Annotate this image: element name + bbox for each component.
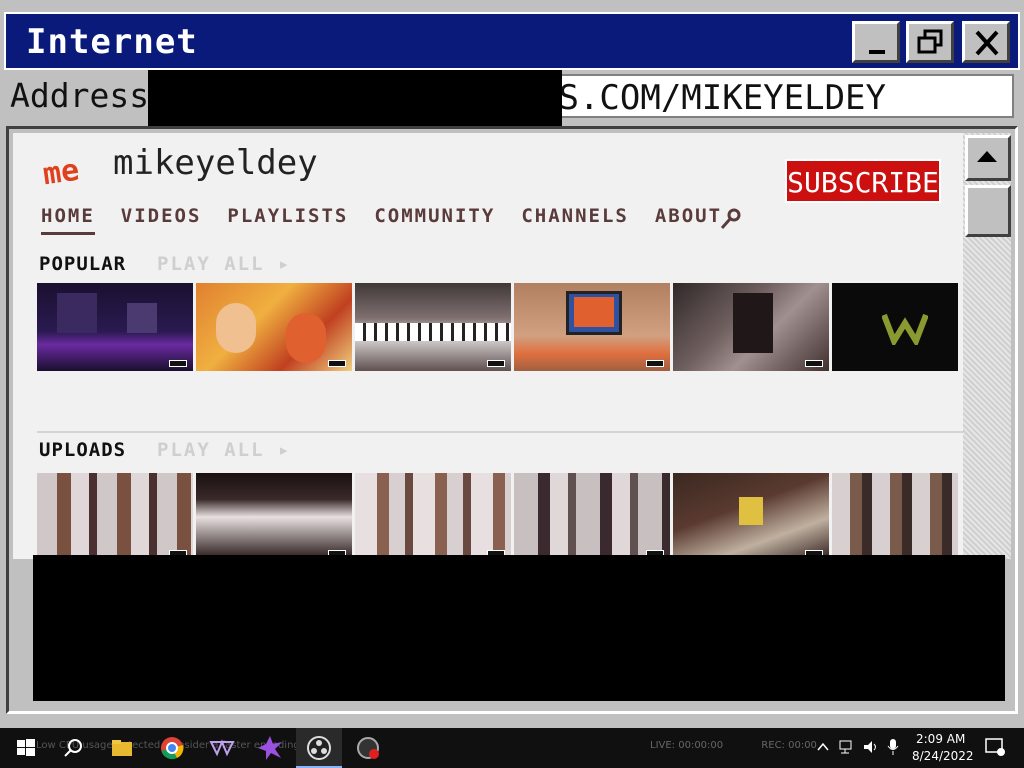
video-card[interactable] [355, 473, 511, 559]
video-thumbnail[interactable] [355, 473, 511, 559]
app-burst-icon[interactable] [256, 734, 284, 762]
app-triangle-icon[interactable] [208, 734, 236, 762]
tab-about[interactable]: ABOUT [655, 205, 722, 235]
video-card[interactable] [673, 473, 829, 559]
video-title[interactable] [37, 377, 193, 405]
channel-page: me mikeyeldey SUBSCRIBE HOME VIDEOS PLAY… [13, 133, 969, 559]
blank-area [33, 555, 1005, 701]
rec-status: REC: 00:00 [761, 740, 817, 751]
microphone-icon[interactable] [886, 738, 900, 756]
redaction-block [148, 70, 562, 126]
video-title[interactable] [196, 377, 352, 405]
popular-video-row [37, 283, 958, 409]
video-thumbnail[interactable] [673, 283, 829, 371]
video-title[interactable] [673, 377, 829, 405]
vertical-scrollbar[interactable] [963, 133, 1011, 559]
arrow-up-icon [977, 151, 997, 162]
duration-badge [487, 360, 505, 367]
chrome-icon[interactable] [158, 734, 186, 762]
live-status: LIVE: 00:00:00 [650, 740, 724, 751]
video-card[interactable] [673, 283, 829, 409]
chevron-up-icon[interactable] [816, 740, 830, 754]
video-thumbnail[interactable] [832, 283, 958, 371]
stream-status: LIVE: 00:00:00 REC: 00:00 [650, 740, 817, 751]
tab-playlists[interactable]: PLAYLISTS [227, 205, 348, 235]
video-thumbnail[interactable] [37, 473, 193, 559]
tab-home[interactable]: HOME [41, 205, 95, 235]
shelf-title-uploads: UPLOADS [39, 439, 127, 461]
recorder-icon[interactable] [354, 734, 382, 762]
address-label: Address [10, 76, 150, 115]
duration-badge [169, 360, 187, 367]
video-card[interactable] [37, 473, 193, 559]
duration-badge [646, 360, 664, 367]
channel-logo[interactable]: me [41, 153, 82, 193]
tab-channels[interactable]: CHANNELS [521, 205, 629, 235]
play-all-label: PLAY ALL [157, 253, 265, 275]
video-thumbnail[interactable] [832, 473, 958, 559]
volume-icon[interactable] [862, 739, 880, 755]
video-title[interactable] [355, 377, 511, 405]
video-card[interactable] [514, 283, 670, 409]
browser-content-frame: me mikeyeldey SUBSCRIBE HOME VIDEOS PLAY… [6, 126, 1018, 714]
video-thumbnail[interactable] [196, 473, 352, 559]
window-title: Internet [26, 22, 198, 62]
taskbar-active-app[interactable] [296, 728, 342, 768]
video-thumbnail[interactable] [355, 283, 511, 371]
video-card[interactable] [514, 473, 670, 559]
play-all-label: PLAY ALL [157, 439, 265, 461]
address-bar: Address ES.COM/MIKEYELDEY [0, 70, 1024, 126]
file-explorer-icon[interactable] [108, 734, 136, 762]
minimize-icon [869, 50, 885, 54]
duration-badge [328, 360, 346, 367]
video-card[interactable] [196, 283, 352, 409]
close-button[interactable] [962, 21, 1010, 63]
video-card[interactable] [355, 283, 511, 409]
search-icon[interactable] [719, 207, 743, 231]
video-card[interactable] [196, 473, 352, 559]
address-url-text: ES.COM/MIKEYELDEY [538, 78, 886, 118]
shelf-divider [37, 431, 965, 433]
subscribe-button[interactable]: SUBSCRIBE [785, 159, 941, 203]
notifications-icon[interactable] [984, 737, 1006, 757]
duration-badge [805, 360, 823, 367]
tab-community[interactable]: COMMUNITY [374, 205, 495, 235]
taskbar: Low CPU usage detected, consider a faste… [0, 728, 1024, 768]
video-thumbnail[interactable] [196, 283, 352, 371]
video-title[interactable] [832, 377, 958, 405]
obs-icon [307, 736, 331, 760]
video-thumbnail[interactable] [514, 283, 670, 371]
shelf-title-popular: POPULAR [39, 253, 127, 275]
minimize-button[interactable] [852, 21, 900, 63]
search-icon[interactable] [60, 734, 88, 762]
video-card[interactable] [37, 283, 193, 409]
clock-date[interactable]: 8/24/2022 [912, 749, 974, 763]
restore-icon [917, 29, 943, 54]
uploads-video-row [37, 473, 958, 559]
play-all-uploads-button[interactable]: PLAY ALL ▸ [157, 439, 291, 461]
close-icon [975, 30, 999, 56]
play-all-popular-button[interactable]: PLAY ALL ▸ [157, 253, 291, 275]
scroll-thumb[interactable] [965, 185, 1011, 237]
video-thumbnail[interactable] [514, 473, 670, 559]
restore-button[interactable] [906, 21, 954, 63]
video-thumbnail[interactable] [673, 473, 829, 559]
video-title[interactable] [514, 377, 670, 405]
clock-time[interactable]: 2:09 AM [916, 732, 965, 746]
network-icon[interactable] [838, 739, 856, 755]
video-thumbnail[interactable] [37, 283, 193, 371]
video-card[interactable] [832, 473, 958, 559]
channel-name[interactable]: mikeyeldey [113, 143, 318, 183]
w-logo-image [882, 313, 928, 345]
tab-videos[interactable]: VIDEOS [121, 205, 202, 235]
window-titlebar[interactable]: Internet [4, 12, 1020, 70]
video-card[interactable] [832, 283, 958, 409]
channel-nav: HOME VIDEOS PLAYLISTS COMMUNITY CHANNELS… [41, 205, 722, 235]
scroll-up-button[interactable] [965, 135, 1011, 181]
